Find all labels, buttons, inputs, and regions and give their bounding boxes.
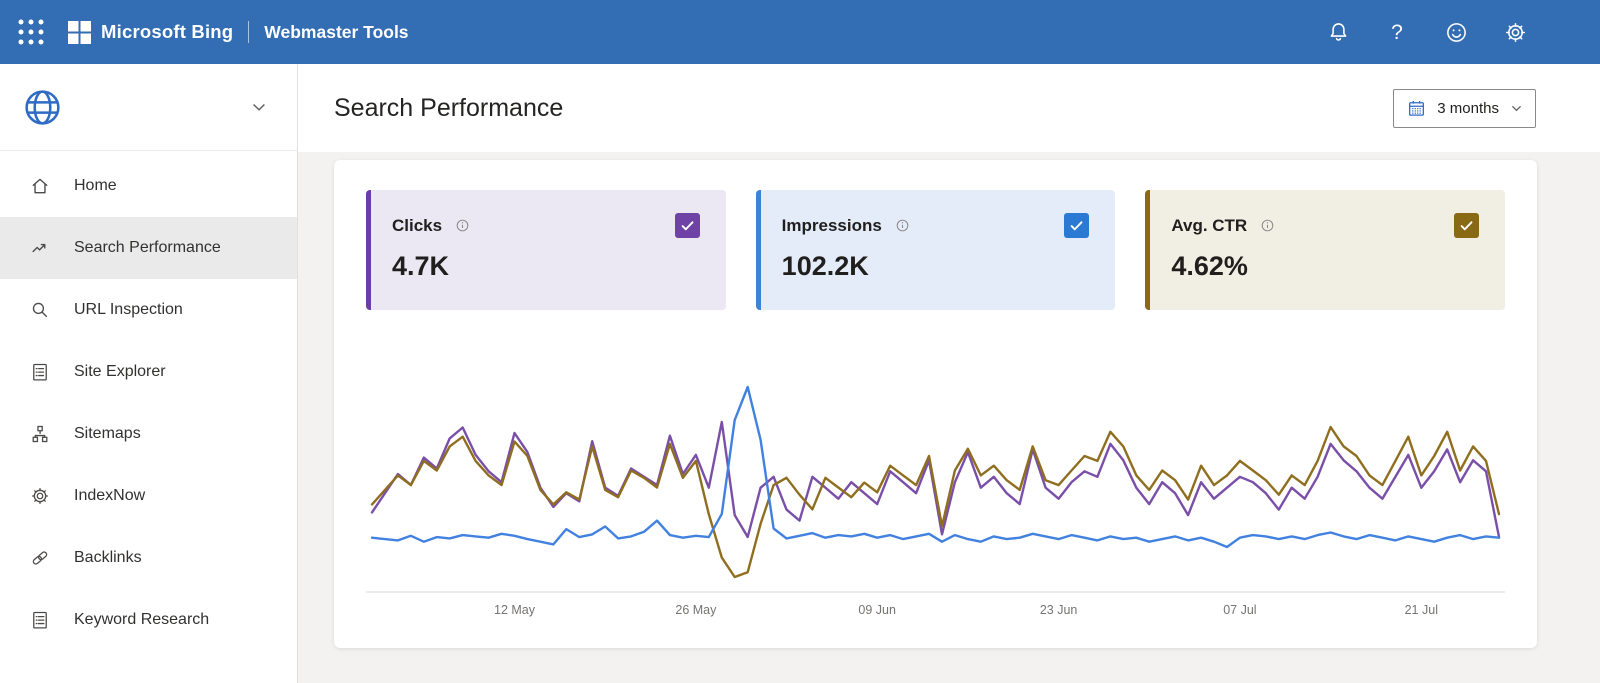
microsoft-logo-icon [68,21,91,44]
metric-value: 4.7K [392,251,700,282]
info-icon[interactable] [454,217,471,234]
metric-label: Clicks [392,216,442,236]
metric-label: Avg. CTR [1171,216,1247,236]
info-icon[interactable] [1259,217,1276,234]
metric-value: 102.2K [782,251,1090,282]
metric-checkbox[interactable] [675,213,700,238]
chart-line-clicks [372,422,1499,537]
sidebar-item-label: Search Performance [74,239,221,257]
metric-card-impressions[interactable]: Impressions 102.2K [756,190,1116,310]
metric-accent-stripe [366,190,371,310]
chevron-down-icon [1509,101,1524,116]
check-icon [1068,217,1085,234]
date-range-value: 3 months [1437,100,1499,117]
help-icon[interactable]: ? [1384,19,1410,45]
globe-site-icon [20,85,65,130]
sidebar-item-label: Sitemaps [74,425,141,443]
top-app-bar: Microsoft Bing Webmaster Tools ? [0,0,1600,64]
check-icon [1458,217,1475,234]
x-axis-tick-label: 07 Jul [1223,603,1256,617]
page-title: Search Performance [334,94,563,123]
site-selector[interactable] [0,64,297,151]
sidebar-nav: Home Search Performance URL Inspection [0,64,298,683]
calendar-icon [1406,98,1427,119]
x-axis-tick-label: 23 Jun [1040,603,1078,617]
x-axis-tick-label: 09 Jun [858,603,896,617]
x-axis-tick-label: 21 Jul [1405,603,1438,617]
search-performance-panel: Clicks 4.7K [334,160,1537,648]
sidebar-item-indexnow[interactable]: IndexNow [0,465,297,527]
sidebar-item-label: Keyword Research [74,611,209,629]
chevron-down-icon [249,97,269,117]
sidebar-item-url-inspection[interactable]: URL Inspection [0,279,297,341]
brand-name[interactable]: Microsoft Bing [101,21,233,43]
x-axis-tick-label: 26 May [675,603,717,617]
metric-accent-stripe [1145,190,1150,310]
document-list-icon [29,609,51,631]
metric-label: Impressions [782,216,882,236]
performance-line-chart: 12 May 26 May 09 Jun 23 Jun 07 Jul 21 Jul [366,372,1505,627]
waffle-menu-icon[interactable] [16,17,46,47]
org-chart-icon [29,423,51,445]
magnifier-icon [29,299,51,321]
settings-gear-icon[interactable] [1502,19,1528,45]
chart-line-impressions [372,387,1499,547]
page-header: Search Performance 3 months [298,64,1600,152]
metric-checkbox[interactable] [1454,213,1479,238]
content-area: Clicks 4.7K [298,152,1600,683]
gear-bolt-icon [29,485,51,507]
check-icon [679,217,696,234]
x-axis-tick-label: 12 May [494,603,536,617]
product-name[interactable]: Webmaster Tools [264,22,408,43]
sidebar-item-search-performance[interactable]: Search Performance [0,217,297,279]
link-icon [29,547,51,569]
sidebar-item-sitemaps[interactable]: Sitemaps [0,403,297,465]
info-icon[interactable] [894,217,911,234]
notifications-bell-icon[interactable] [1325,19,1351,45]
sidebar-item-label: Home [74,177,117,195]
metric-value: 4.62% [1171,251,1479,282]
metric-card-clicks[interactable]: Clicks 4.7K [366,190,726,310]
sidebar-item-backlinks[interactable]: Backlinks [0,527,297,589]
home-icon [29,175,51,197]
metric-checkbox[interactable] [1064,213,1089,238]
sidebar-item-keyword-research[interactable]: Keyword Research [0,589,297,651]
trend-icon [29,237,51,259]
feedback-smiley-icon[interactable] [1443,19,1469,45]
sidebar-item-label: URL Inspection [74,301,183,319]
sidebar-item-label: Backlinks [74,549,142,567]
sidebar-item-home[interactable]: Home [0,155,297,217]
date-range-dropdown[interactable]: 3 months [1393,89,1536,128]
brand-divider [248,21,249,43]
metric-card-avg-ctr[interactable]: Avg. CTR 4.62% [1145,190,1505,310]
sidebar-item-site-explorer[interactable]: Site Explorer [0,341,297,403]
sidebar-item-label: IndexNow [74,487,145,505]
sidebar-item-label: Site Explorer [74,363,166,381]
metric-accent-stripe [756,190,761,310]
document-check-icon [29,361,51,383]
